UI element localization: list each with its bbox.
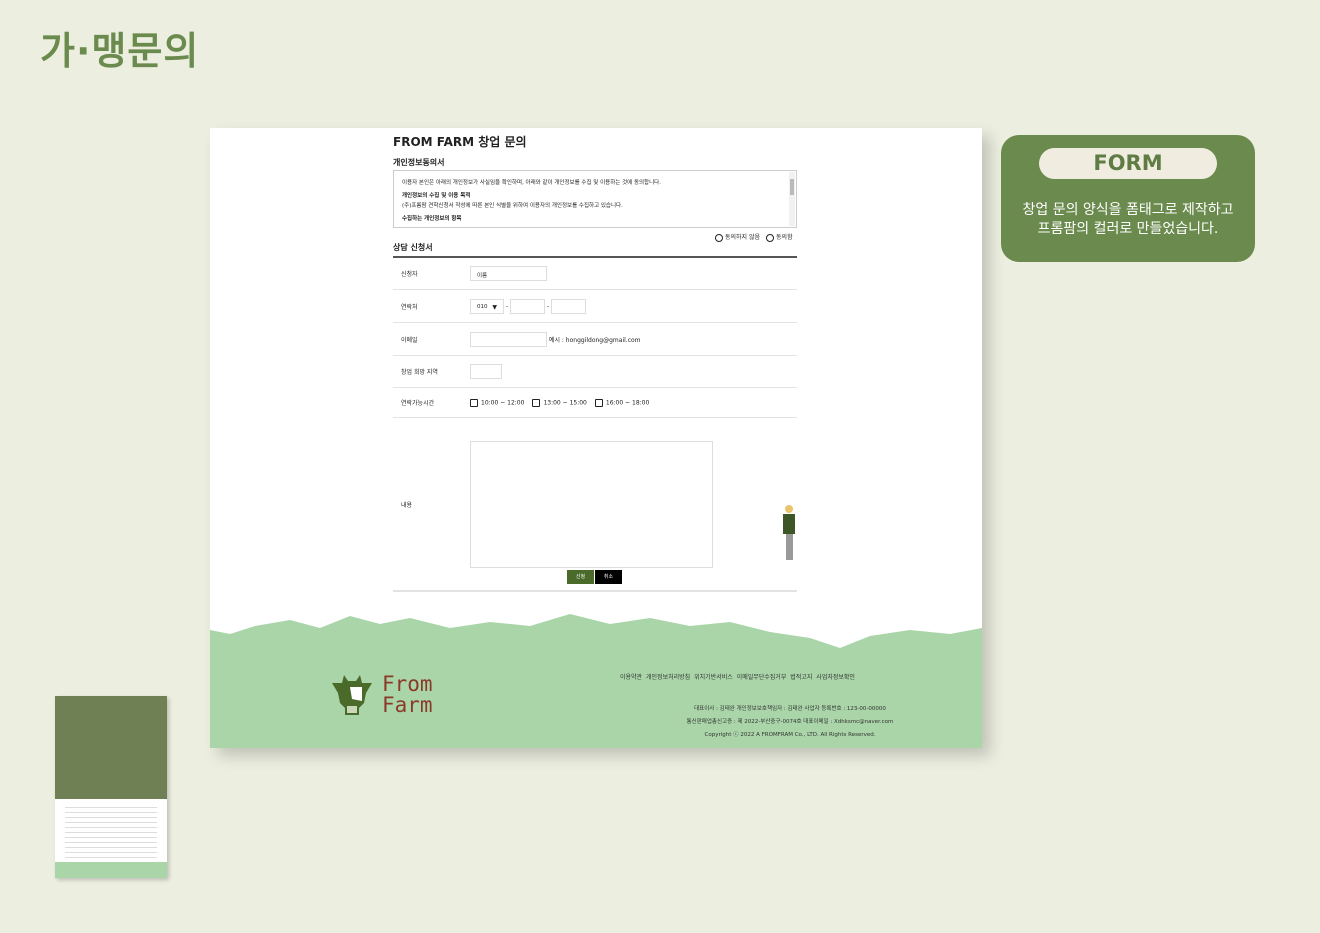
form-page-mockup: FROM FARM 창업 문의 개인정보동의서 이용자 본인은 아래의 개인정보…	[210, 128, 982, 748]
region-input[interactable]	[470, 364, 502, 379]
footer-link[interactable]: 이용약관	[620, 674, 642, 681]
footer-link[interactable]: 법적고지	[790, 674, 812, 681]
copyright: Copyright ⓒ 2022 A FROMFRAM Co., LTD. Al…	[704, 732, 876, 738]
footer-link[interactable]: 위치기반서비스	[694, 674, 733, 681]
card-label: FORM	[1039, 148, 1217, 179]
time-checkbox-1[interactable]: 10:00 ~ 12:00	[470, 398, 524, 407]
company-info-2: 통신판매업총신고증 : 제 2022-부산중구-0074호 대표이메일 : Xd…	[686, 719, 894, 725]
terms-purpose-text: (주)프롬팜 견학신청서 작성에 따른 본인 식별을 위하여 이용자의 개인정보…	[402, 202, 623, 209]
time-label: 연락가능시간	[401, 400, 435, 407]
terms-title: 개인정보동의서	[393, 158, 445, 167]
time-checkbox-2[interactable]: 13:00 ~ 15:00	[532, 398, 587, 407]
phone-label: 연락처	[401, 303, 418, 311]
agree-radios: 동의하지 않음 동의함	[715, 232, 793, 242]
fromfarm-logo: From Farm	[328, 673, 433, 717]
phone-prefix-select[interactable]: 010 ▼	[470, 298, 504, 314]
company-info-1: 대표이사 : 김태완 개인정보보호책임자 : 김태완 사업자 등록번호 : 12…	[694, 706, 886, 712]
logo-text-from: From	[382, 672, 433, 696]
terms-box[interactable]: 이용자 본인은 아래의 개인정보가 사실임을 확인하며, 아래와 같이 개인정보…	[393, 170, 797, 228]
page-title: FROM FARM 창업 문의	[393, 135, 527, 149]
name-label: 신청자	[401, 271, 418, 278]
card-line-1: 창업 문의 양식을 폼태그로 제작하고	[1022, 202, 1234, 218]
section-heading: 가·맹문의	[40, 29, 200, 73]
page-thumbnail	[55, 696, 167, 878]
submit-button[interactable]: 신청	[567, 570, 594, 584]
radio-agree[interactable]: 동의함	[766, 232, 793, 242]
description-card: FORM 창업 문의 양식을 폼태그로 제작하고프롬팜의 컬러로 만들었습니다.	[1001, 135, 1255, 262]
chevron-down-icon: ▼	[492, 303, 497, 311]
footer-link[interactable]: 개인정보처리방침	[646, 674, 690, 681]
application-form: 신청자 이름 연락처 010 ▼ - - 이메일 예시 : honggildong@…	[393, 256, 797, 592]
email-label: 이메일	[401, 336, 418, 344]
footer-wave	[210, 614, 982, 748]
footer-link[interactable]: 이메일무단수집거부	[737, 674, 787, 681]
farmer-illustration	[782, 505, 796, 563]
terms-items-title: 수집하는 개인정보의 항목	[402, 216, 462, 223]
phone-middle-input[interactable]	[509, 298, 545, 314]
content-label: 내용	[401, 501, 413, 509]
radio-disagree[interactable]: 동의하지 않음	[715, 232, 760, 242]
email-input[interactable]	[470, 331, 547, 347]
content-textarea[interactable]	[470, 440, 713, 568]
time-checkbox-3[interactable]: 16:00 ~ 18:00	[594, 398, 649, 407]
cow-logo-icon	[332, 675, 372, 715]
card-line-2: 프롬팜의 컬러로 만들었습니다.	[1037, 221, 1219, 237]
scrollbar[interactable]	[789, 172, 795, 226]
footer-link[interactable]: 사업자정보확인	[816, 674, 855, 681]
terms-intro: 이용자 본인은 아래의 개인정보가 사실임을 확인하며, 아래와 같이 개인정보…	[402, 180, 661, 186]
phone-last-input[interactable]	[550, 298, 586, 314]
email-hint: 예시 : honggildong@gmail.com	[548, 336, 641, 344]
name-input[interactable]: 이름	[470, 266, 547, 281]
region-label: 창업 희망 지역	[401, 369, 438, 376]
form-title: 상담 신청서	[393, 243, 433, 252]
terms-purpose-title: 개인정보의 수집 및 이용 목적	[402, 193, 471, 200]
cancel-button[interactable]: 취소	[595, 570, 622, 584]
footer-links: 이용약관 개인정보처리방침 위치기반서비스 이메일무단수집거부 법적고지 사업자…	[620, 672, 855, 681]
logo-text-farm: Farm	[382, 693, 433, 717]
